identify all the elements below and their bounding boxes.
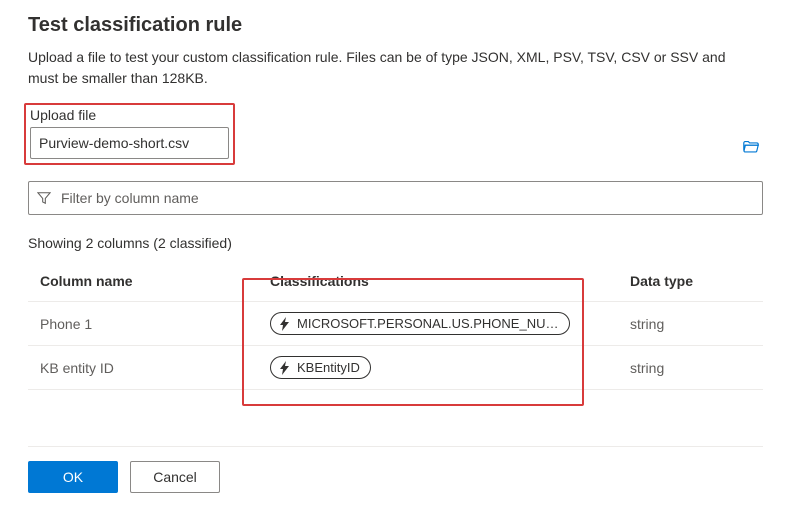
filter-input-wrapper[interactable] [28,181,763,215]
classification-label: KBEntityID [297,360,360,375]
column-header-datatype: Data type [618,263,763,302]
columns-table: Column name Classifications Data type Ph… [28,263,763,390]
divider [28,446,763,447]
upload-file-highlight: Upload file [24,103,235,165]
browse-file-button[interactable] [739,131,763,163]
cell-column-name: KB entity ID [28,346,258,390]
classification-pill[interactable]: MICROSOFT.PERSONAL.US.PHONE_NU… [270,312,570,335]
test-classification-panel: Test classification rule Upload a file t… [0,0,800,516]
classification-pill[interactable]: KBEntityID [270,356,371,379]
column-header-name: Column name [28,263,258,302]
table-row: KB entity ID KBEntityID string [28,346,763,390]
upload-file-row: Upload file [28,103,763,165]
filter-row [28,181,763,215]
cell-column-name: Phone 1 [28,302,258,346]
column-header-classifications: Classifications [258,263,618,302]
classification-label: MICROSOFT.PERSONAL.US.PHONE_NU… [297,316,559,331]
cell-classification: MICROSOFT.PERSONAL.US.PHONE_NU… [258,302,618,346]
upload-file-label: Upload file [30,107,229,123]
folder-open-icon [742,138,760,156]
cancel-button[interactable]: Cancel [130,461,220,493]
bolt-icon [279,361,291,375]
upload-file-input[interactable] [30,127,229,159]
filter-icon [37,191,51,205]
cell-classification: KBEntityID [258,346,618,390]
page-title: Test classification rule [28,14,772,37]
page-description: Upload a file to test your custom classi… [28,47,728,89]
ok-button[interactable]: OK [28,461,118,493]
results-summary: Showing 2 columns (2 classified) [28,235,772,251]
cell-datatype: string [618,346,763,390]
filter-by-column-input[interactable] [59,189,754,207]
dialog-button-row: OK Cancel [28,461,772,493]
table-row: Phone 1 MICROSOFT.PERSONAL.US.PHONE_NU… … [28,302,763,346]
bolt-icon [279,317,291,331]
cell-datatype: string [618,302,763,346]
